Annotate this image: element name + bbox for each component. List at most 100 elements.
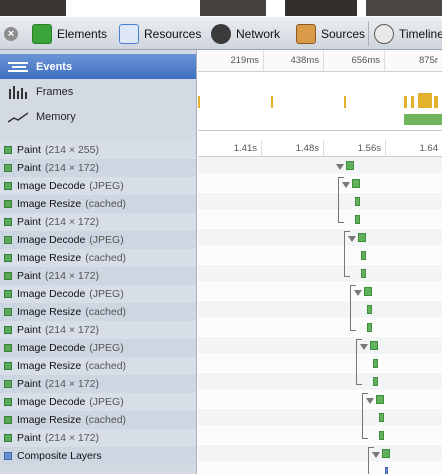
record-bar[interactable] (361, 251, 366, 260)
timeline-row (198, 265, 442, 283)
record-name: Image Resize (17, 414, 82, 426)
record-row[interactable]: Image Resize (cached) (0, 411, 196, 429)
record-detail: (cached) (85, 360, 127, 372)
record-bar[interactable] (382, 449, 390, 458)
tab-label: Sources (321, 26, 366, 41)
record-detail: (214 × 172) (44, 162, 99, 174)
record-row[interactable]: Paint (214 × 172) (0, 159, 196, 177)
tab-timeline[interactable]: Timeline (374, 17, 442, 50)
record-color-swatch (4, 272, 12, 280)
record-bar[interactable] (370, 341, 378, 350)
record-color-swatch (4, 434, 12, 442)
timeline-rows (198, 157, 442, 474)
record-color-swatch (4, 362, 12, 370)
timeline-row (198, 427, 442, 445)
frame-bar (404, 96, 407, 108)
record-name: Paint (17, 144, 41, 156)
expand-triangle-icon[interactable] (336, 164, 344, 170)
record-row[interactable]: Image Resize (cached) (0, 303, 196, 321)
resources-icon (119, 23, 139, 44)
timeline-panel: 219ms 438ms 656ms 875r 1.41s 1.48s 1.56s… (198, 50, 442, 474)
record-bar[interactable] (361, 269, 366, 278)
timeline-row (198, 301, 442, 319)
record-row[interactable]: Paint (214 × 172) (0, 429, 196, 447)
record-group-bracket (356, 339, 362, 385)
tab-label: Network (236, 26, 281, 41)
tab-elements[interactable]: Elements (32, 17, 107, 50)
timeline-row (198, 391, 442, 409)
record-name: Paint (17, 270, 41, 282)
overview-graph[interactable] (198, 72, 442, 131)
record-detail: (cached) (85, 252, 127, 264)
record-bar[interactable] (379, 431, 384, 440)
overview-tick: 875r (418, 55, 438, 66)
record-detail: (JPEG) (89, 396, 124, 408)
frame-bar (344, 96, 346, 108)
timeline-row (198, 157, 442, 175)
record-bar[interactable] (373, 359, 378, 368)
record-bar[interactable] (355, 215, 360, 224)
timeline-sidebar: Events Frames Memory Paint (214 × 255) Pai… (0, 50, 197, 474)
sidebar-item-events[interactable]: Events (0, 54, 196, 79)
toolbar-separator (368, 21, 369, 46)
record-row[interactable]: Image Resize (cached) (0, 195, 196, 213)
record-name: Image Resize (17, 306, 82, 318)
record-row[interactable]: Image Decode (JPEG) (0, 231, 196, 249)
page-thumbnail (200, 0, 266, 16)
record-bar[interactable] (376, 395, 384, 404)
record-color-swatch (4, 200, 12, 208)
frame-bar (418, 93, 432, 108)
record-row[interactable]: Paint (214 × 172) (0, 213, 196, 231)
timeline-row (198, 211, 442, 229)
record-detail: (214 × 172) (44, 324, 99, 336)
record-row[interactable]: Composite Layers (0, 447, 196, 465)
sidebar-item-frames[interactable]: Frames (0, 79, 196, 104)
record-row[interactable]: Paint (214 × 255) (0, 141, 196, 159)
record-bar[interactable] (367, 323, 372, 332)
record-bar[interactable] (385, 467, 388, 474)
frame-bar (434, 96, 438, 108)
record-bar[interactable] (352, 179, 360, 188)
record-color-swatch (4, 254, 12, 262)
record-row[interactable]: Paint (214 × 172) (0, 375, 196, 393)
tab-sources[interactable]: Sources (296, 17, 365, 50)
record-name: Image Decode (17, 234, 86, 246)
record-detail: (JPEG) (89, 234, 124, 246)
tab-network[interactable]: Network (211, 17, 280, 50)
record-bar[interactable] (373, 377, 378, 386)
timeline-row (198, 247, 442, 265)
records-timeline[interactable] (198, 157, 442, 474)
record-color-swatch (4, 218, 12, 226)
record-bar[interactable] (379, 413, 384, 422)
record-row[interactable]: Image Resize (cached) (0, 357, 196, 375)
record-bar[interactable] (358, 233, 366, 242)
record-color-swatch (4, 236, 12, 244)
record-row[interactable]: Image Decode (JPEG) (0, 339, 196, 357)
tab-label: Elements (57, 26, 108, 41)
close-icon[interactable]: × (4, 27, 18, 41)
record-name: Image Decode (17, 342, 86, 354)
record-name: Image Decode (17, 180, 86, 192)
timeline-row (198, 175, 442, 193)
record-row[interactable]: Image Decode (JPEG) (0, 393, 196, 411)
page-thumbnail-strip (0, 0, 442, 17)
record-color-swatch (4, 398, 12, 406)
record-color-swatch (4, 182, 12, 190)
record-name: Paint (17, 324, 41, 336)
record-color-swatch (4, 326, 12, 334)
record-row[interactable]: Image Decode (JPEG) (0, 285, 196, 303)
record-bar[interactable] (346, 161, 354, 170)
record-bar[interactable] (367, 305, 372, 314)
record-row[interactable]: Image Decode (JPEG) (0, 177, 196, 195)
events-icon (8, 60, 28, 74)
record-detail: (cached) (85, 198, 127, 210)
record-row[interactable]: Image Resize (cached) (0, 249, 196, 267)
tab-resources[interactable]: Resources (119, 17, 201, 50)
sidebar-item-memory[interactable]: Memory (0, 104, 196, 129)
record-detail: (JPEG) (89, 288, 124, 300)
record-bar[interactable] (355, 197, 360, 206)
record-row[interactable]: Paint (214 × 172) (0, 321, 196, 339)
record-name: Image Resize (17, 360, 82, 372)
record-row[interactable]: Paint (214 × 172) (0, 267, 196, 285)
record-bar[interactable] (364, 287, 372, 296)
